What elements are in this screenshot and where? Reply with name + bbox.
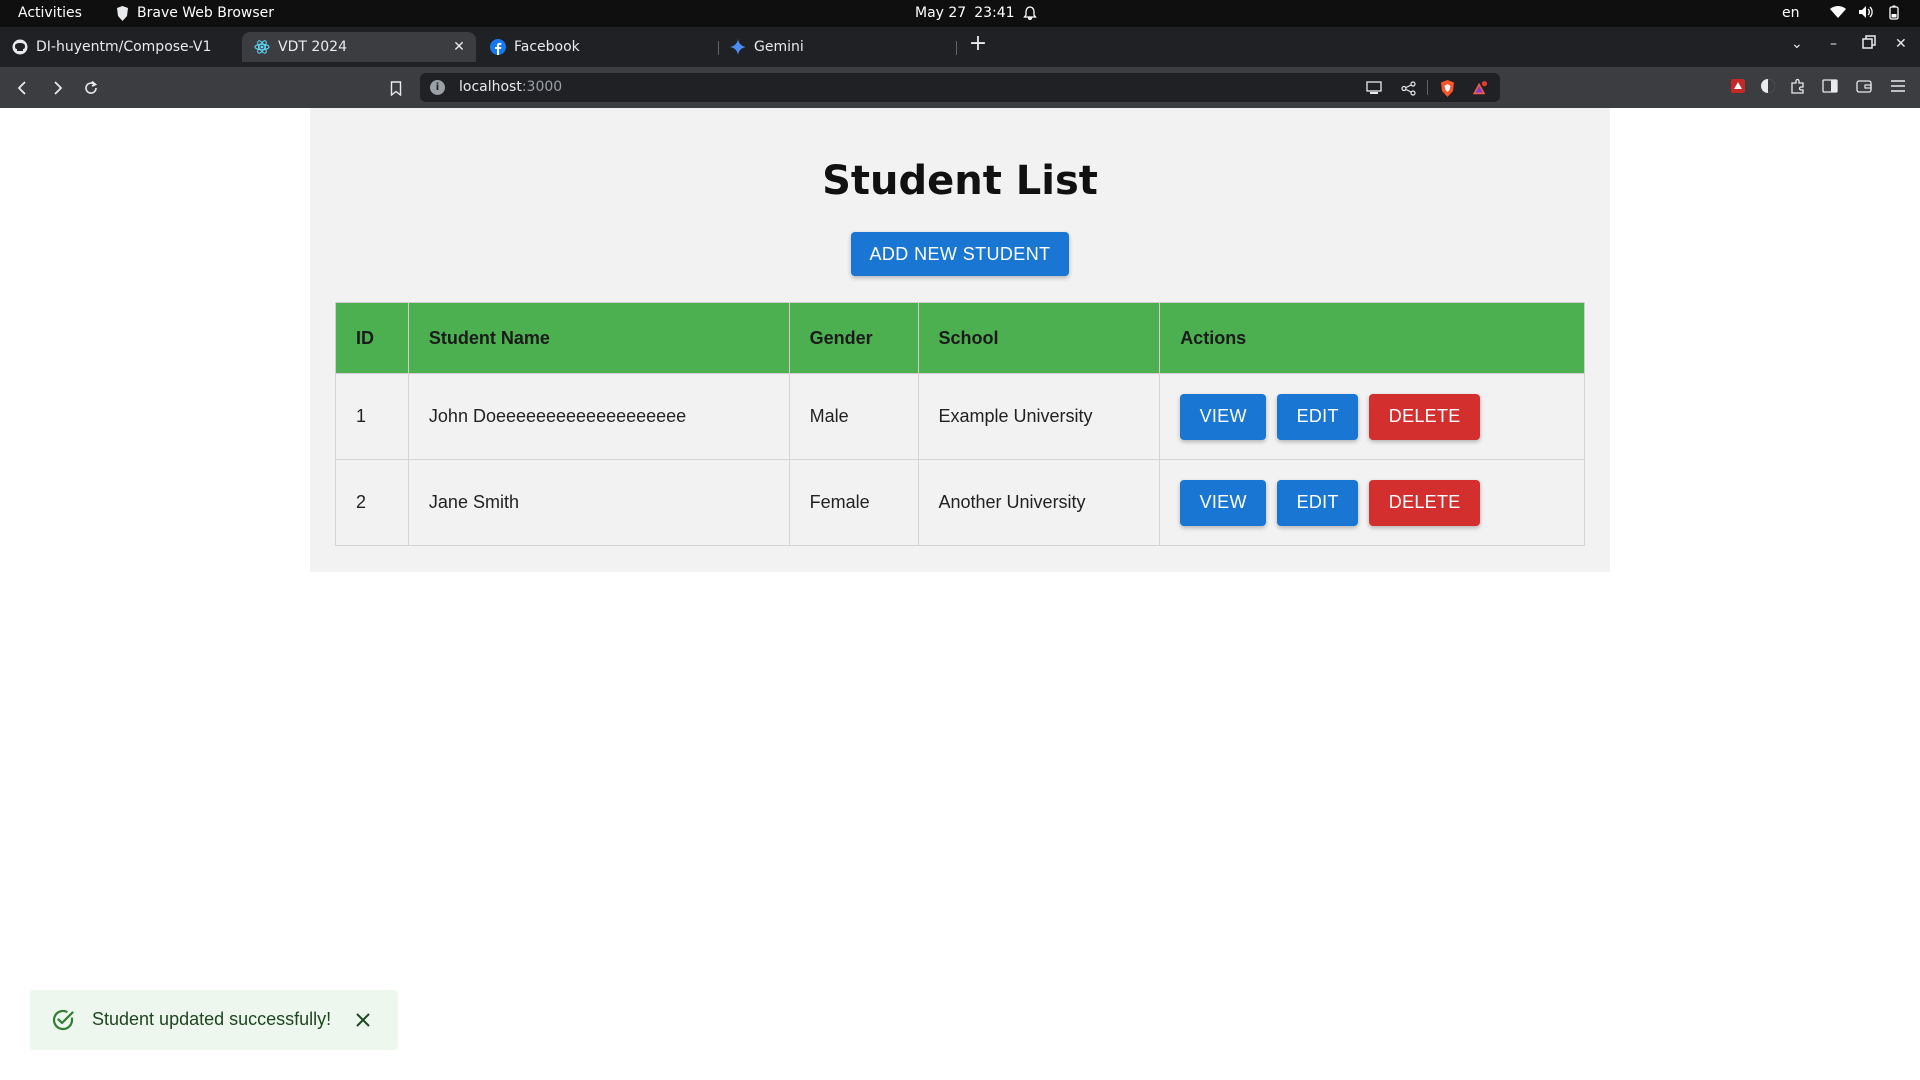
student-list-container: Student List ADD NEW STUDENT ID Student … bbox=[310, 108, 1610, 572]
forward-icon[interactable] bbox=[46, 77, 68, 99]
urlbar-divider bbox=[1427, 80, 1428, 95]
bookmark-icon[interactable] bbox=[385, 77, 407, 99]
add-new-student-button[interactable]: ADD NEW STUDENT bbox=[851, 232, 1069, 276]
tab-label: VDT 2024 bbox=[278, 39, 347, 55]
column-header-gender: Gender bbox=[788, 302, 919, 374]
menu-icon[interactable] bbox=[1890, 78, 1906, 94]
tab-close-icon[interactable]: ✕ bbox=[450, 38, 468, 56]
tab-label: Gemini bbox=[754, 39, 804, 55]
brave-logo-icon bbox=[117, 5, 128, 21]
delete-button[interactable]: DELETE bbox=[1369, 479, 1481, 526]
toast-message: Student updated successfully! bbox=[92, 1009, 332, 1029]
bell-icon bbox=[1022, 6, 1037, 20]
view-button[interactable]: VIEW bbox=[1180, 479, 1267, 526]
browser-toolbar: i localhost:3000 bbox=[0, 67, 1920, 108]
edit-button[interactable]: EDIT bbox=[1277, 479, 1359, 526]
date-label: May 27 bbox=[915, 5, 967, 21]
site-info-icon[interactable]: i bbox=[430, 80, 445, 95]
extensions-icon[interactable] bbox=[1790, 78, 1806, 94]
volume-icon bbox=[1858, 4, 1874, 20]
cell-student-name: John Doeeeeeeeeeeeeeeeeeee bbox=[407, 373, 790, 460]
cell-school: Another University bbox=[917, 459, 1161, 546]
row-actions: VIEW EDIT DELETE bbox=[1180, 479, 1584, 526]
students-table: ID Student Name Gender School Actions 1 … bbox=[335, 302, 1585, 546]
table-header-row: ID Student Name Gender School Actions bbox=[335, 302, 1585, 374]
cell-actions: VIEW EDIT DELETE bbox=[1159, 459, 1585, 546]
cell-gender: Male bbox=[788, 373, 919, 460]
column-header-actions: Actions bbox=[1159, 302, 1585, 374]
tab-facebook[interactable]: Facebook bbox=[478, 32, 718, 62]
system-tray[interactable] bbox=[1830, 4, 1902, 20]
tab-label: DI-huyentm/Compose-V1 bbox=[36, 39, 212, 55]
wallet-icon[interactable] bbox=[1856, 78, 1872, 94]
app-name: Brave Web Browser bbox=[137, 5, 274, 21]
sidebar-icon[interactable] bbox=[1822, 78, 1838, 94]
minimize-icon[interactable]: – bbox=[1830, 36, 1837, 52]
app-menu[interactable]: Brave Web Browser bbox=[116, 5, 274, 21]
column-header-id: ID bbox=[335, 302, 409, 374]
clock[interactable]: May 27 23:41 bbox=[915, 5, 1037, 21]
column-header-student-name: Student Name bbox=[407, 302, 790, 374]
wifi-icon bbox=[1830, 4, 1846, 20]
cell-id: 2 bbox=[335, 459, 409, 546]
tab-label: Facebook bbox=[514, 39, 580, 55]
cell-id: 1 bbox=[335, 373, 409, 460]
tab-github[interactable]: DI-huyentm/Compose-V1 bbox=[0, 32, 240, 62]
facebook-icon bbox=[490, 39, 506, 55]
toast-close-icon[interactable] bbox=[350, 1007, 376, 1033]
page-title: Student List bbox=[822, 158, 1098, 204]
delete-button[interactable]: DELETE bbox=[1369, 393, 1481, 440]
brave-rewards-icon[interactable] bbox=[1472, 80, 1488, 96]
tab-separator bbox=[956, 41, 957, 55]
cell-school: Example University bbox=[917, 373, 1161, 460]
back-icon[interactable] bbox=[12, 77, 34, 99]
brave-shields-icon[interactable] bbox=[1439, 79, 1455, 97]
tab-vdt-2024[interactable]: VDT 2024 ✕ bbox=[242, 32, 476, 62]
table-row: 2 Jane Smith Female Another University V… bbox=[335, 459, 1585, 546]
table-row: 1 John Doeeeeeeeeeeeeeeeeeee Male Exampl… bbox=[335, 373, 1585, 460]
cell-actions: VIEW EDIT DELETE bbox=[1159, 373, 1585, 460]
share-icon[interactable] bbox=[1400, 80, 1416, 96]
restore-icon[interactable] bbox=[1862, 35, 1876, 53]
column-header-school: School bbox=[917, 302, 1161, 374]
battery-icon bbox=[1886, 4, 1902, 20]
cell-gender: Female bbox=[788, 459, 919, 546]
github-icon bbox=[12, 39, 28, 55]
cast-icon[interactable] bbox=[1366, 80, 1382, 96]
edit-button[interactable]: EDIT bbox=[1277, 393, 1359, 440]
reload-icon[interactable] bbox=[80, 77, 102, 99]
dark-mode-icon[interactable] bbox=[1760, 78, 1776, 94]
url-port: :3000 bbox=[521, 79, 563, 95]
activities-button[interactable]: Activities bbox=[18, 5, 82, 21]
system-top-bar: Activities Brave Web Browser May 27 23:4… bbox=[0, 0, 1920, 27]
success-check-icon bbox=[50, 1007, 76, 1033]
close-window-icon[interactable]: ✕ bbox=[1895, 36, 1907, 52]
tab-gemini[interactable]: Gemini bbox=[718, 32, 958, 62]
extension-puzzle-red-icon[interactable] bbox=[1730, 78, 1746, 94]
address-bar[interactable]: i localhost:3000 bbox=[420, 73, 1500, 102]
url-text[interactable]: localhost:3000 bbox=[459, 79, 562, 95]
gemini-icon bbox=[730, 39, 746, 55]
cell-student-name: Jane Smith bbox=[407, 459, 790, 546]
new-tab-button[interactable]: + bbox=[966, 31, 990, 56]
tab-search-icon[interactable]: ⌄ bbox=[1791, 36, 1803, 52]
tab-strip: DI-huyentm/Compose-V1 VDT 2024 ✕ Faceboo… bbox=[0, 27, 1920, 67]
view-button[interactable]: VIEW bbox=[1180, 393, 1267, 440]
time-label: 23:41 bbox=[974, 5, 1015, 21]
url-host: localhost bbox=[459, 79, 522, 95]
success-toast: Student updated successfully! bbox=[30, 990, 398, 1050]
react-icon bbox=[254, 39, 270, 55]
row-actions: VIEW EDIT DELETE bbox=[1180, 393, 1584, 440]
language-indicator[interactable]: en bbox=[1782, 5, 1800, 21]
